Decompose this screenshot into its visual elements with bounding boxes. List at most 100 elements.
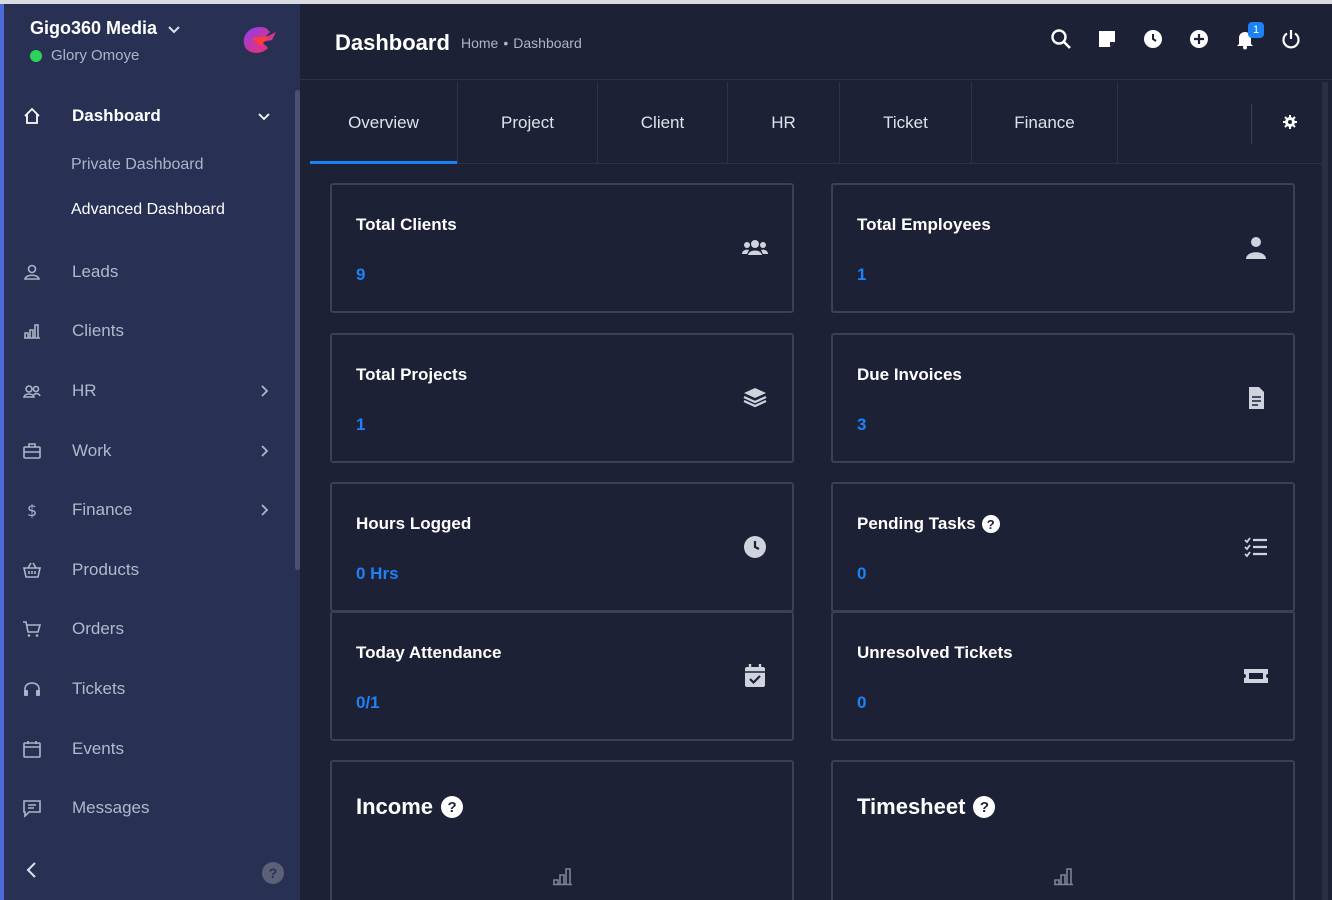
tab-hr[interactable]: HR	[728, 82, 840, 164]
sidebar-item-work[interactable]: Work	[4, 421, 300, 481]
card-title: Due Invoices	[857, 365, 962, 384]
sidebar-item-messages[interactable]: Messages	[4, 778, 300, 838]
cart-icon	[22, 618, 52, 640]
gear-icon[interactable]	[1282, 114, 1298, 130]
sidebar-item-label: Orders	[72, 619, 124, 639]
dashboard-submenu: Private Dashboard Advanced Dashboard	[4, 142, 300, 242]
svg-text:$: $	[27, 501, 37, 520]
sidebar-item-tickets[interactable]: Tickets	[4, 659, 300, 719]
page-scrollbar[interactable]	[1322, 82, 1328, 900]
stat-card-total-projects[interactable]: Total Projects 1	[330, 333, 794, 463]
user-name: Glory Omoye	[51, 47, 140, 64]
tab-divider	[1251, 104, 1252, 144]
card-value[interactable]: 3	[857, 415, 866, 435]
card-value[interactable]: 0/1	[356, 693, 380, 713]
card-value[interactable]: 9	[356, 265, 365, 285]
user-status: Glory Omoye	[30, 47, 139, 64]
card-value[interactable]: 0 Hrs	[356, 564, 399, 584]
card-title: Total Projects	[356, 365, 468, 384]
sidebar-item-label: Tickets	[72, 678, 126, 698]
question-circle-icon[interactable]: ?	[981, 515, 1000, 533]
stat-card-total-employees[interactable]: Total Employees 1	[831, 183, 1295, 313]
card-title: Pending Tasks ?	[857, 514, 1000, 534]
card-value[interactable]: 0	[857, 564, 866, 584]
sidebar-item-events[interactable]: Events	[4, 719, 300, 779]
ticket-icon	[1241, 663, 1271, 689]
widget-title: Income ?	[356, 794, 464, 820]
sidebar-subitem-advanced-dashboard[interactable]: Advanced Dashboard	[4, 187, 300, 232]
clock-icon	[740, 534, 770, 560]
chevron-right-icon	[261, 444, 269, 457]
question-circle-icon[interactable]: ?	[441, 796, 464, 818]
card-value[interactable]: 0	[857, 693, 866, 713]
question-circle-icon[interactable]: ?	[973, 796, 996, 818]
card-title: Total Employees	[857, 215, 991, 234]
file-icon	[1241, 385, 1271, 411]
stat-card-due-invoices[interactable]: Due Invoices 3	[831, 333, 1295, 463]
widget-timesheet: Timesheet ?	[831, 760, 1295, 900]
page-title: Dashboard	[335, 30, 450, 55]
chevron-down-icon	[258, 113, 270, 121]
search-icon[interactable]	[1050, 28, 1072, 50]
brand-block[interactable]: Gigo360 Media Glory Omoye	[26, 14, 286, 74]
chevron-right-icon	[261, 504, 269, 516]
card-title: Total Clients	[356, 215, 457, 234]
tasks-icon	[1241, 534, 1271, 560]
card-value[interactable]: 1	[356, 415, 365, 435]
breadcrumb-separator: •	[503, 35, 509, 51]
breadcrumb-home[interactable]: Home	[461, 35, 498, 51]
tab-overview[interactable]: Overview	[310, 82, 458, 164]
sidebar-item-orders[interactable]: Orders	[4, 600, 300, 660]
sidebar-item-label: HR	[72, 380, 97, 400]
tab-client[interactable]: Client	[598, 82, 728, 164]
dollar-icon: $	[22, 499, 52, 521]
calendar-icon	[22, 738, 52, 760]
sidebar-nav: Dashboard Private Dashboard Advanced Das…	[4, 90, 300, 838]
stat-card-today-attendance[interactable]: Today Attendance 0/1	[330, 611, 794, 741]
tab-finance[interactable]: Finance	[972, 82, 1118, 164]
clock-icon[interactable]	[1142, 28, 1164, 50]
sidebar-item-label: Dashboard	[72, 106, 161, 125]
plus-circle-icon[interactable]	[1188, 28, 1210, 50]
basket-icon	[22, 559, 52, 581]
user-icon	[22, 261, 52, 283]
stat-card-hours-logged[interactable]: Hours Logged 0 Hrs	[330, 482, 794, 612]
sidebar-item-clients[interactable]: Clients	[4, 302, 300, 362]
sidebar-item-finance[interactable]: $ Finance	[4, 480, 300, 540]
widget-title-text: Income	[356, 794, 434, 819]
card-title: Unresolved Tickets	[857, 643, 1013, 662]
breadcrumb-current: Dashboard	[513, 35, 582, 51]
sidebar-item-products[interactable]: Products	[4, 540, 300, 600]
calendar-check-icon	[740, 663, 770, 689]
sticky-note-icon[interactable]	[1096, 28, 1118, 50]
layers-icon	[740, 385, 770, 411]
briefcase-icon	[22, 440, 52, 462]
header-actions: 1	[1050, 22, 1302, 50]
tab-ticket[interactable]: Ticket	[840, 82, 972, 164]
bar-chart-icon	[553, 868, 572, 886]
company-switcher[interactable]: Gigo360 Media	[30, 18, 181, 39]
power-icon[interactable]	[1280, 28, 1302, 50]
sidebar-subitem-private-dashboard[interactable]: Private Dashboard	[4, 142, 300, 187]
widget-title-text: Timesheet	[857, 794, 966, 819]
stat-card-unresolved-tickets[interactable]: Unresolved Tickets 0	[831, 611, 1295, 741]
sidebar-item-leads[interactable]: Leads	[4, 242, 300, 302]
stat-card-total-clients[interactable]: Total Clients 9	[330, 183, 794, 313]
online-status-dot	[30, 49, 42, 62]
message-icon	[22, 797, 52, 819]
bell-icon[interactable]: 1	[1234, 22, 1264, 50]
card-title: Hours Logged	[356, 514, 472, 533]
sidebar-scrollbar[interactable]	[295, 90, 300, 570]
help-icon[interactable]: ?	[262, 862, 284, 884]
card-value[interactable]: 1	[857, 265, 866, 285]
tab-project[interactable]: Project	[458, 82, 598, 164]
card-title: Today Attendance	[356, 643, 502, 662]
top-header: Dashboard Home • Dashboard 1	[300, 4, 1332, 80]
stat-card-pending-tasks[interactable]: Pending Tasks ? 0	[831, 482, 1295, 612]
user-icon	[1241, 235, 1271, 261]
users-icon	[22, 380, 52, 402]
sidebar-item-hr[interactable]: HR	[4, 361, 300, 421]
collapse-sidebar-icon[interactable]	[22, 860, 42, 880]
sidebar-item-dashboard[interactable]: Dashboard	[4, 90, 300, 142]
home-icon	[22, 105, 52, 127]
